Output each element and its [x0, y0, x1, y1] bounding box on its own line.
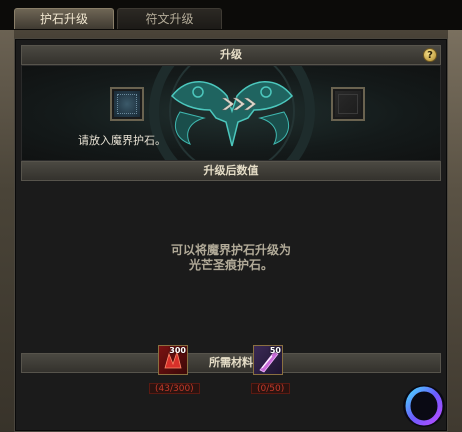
upgrade-area: 请放入魔界护石。: [21, 65, 441, 161]
result-description: 可以将魔界护石升级为 光芒圣痕护石。: [21, 243, 441, 273]
materials-section-title: 所需材料: [209, 356, 253, 369]
result-stone-slot[interactable]: [331, 87, 365, 121]
material-count-label: (43/300): [149, 383, 200, 394]
upgrade-section-title: 升级: [220, 48, 242, 61]
background-wall-left: [0, 30, 14, 432]
slot-hint-text: 请放入魔界护石。: [78, 134, 166, 147]
material-stack-count: 300: [169, 346, 186, 355]
source-stone-slot[interactable]: [110, 87, 144, 121]
materials-section-header: 所需材料: [21, 353, 441, 373]
result-line-2: 光芒圣痕护石。: [188, 258, 273, 272]
material-stack-count: 50: [269, 346, 281, 355]
purple-crystal-icon[interactable]: 50: [253, 345, 283, 375]
result-line-1: 可以将魔界护石升级为: [170, 243, 291, 257]
upgrade-section-header: 升级 ?: [21, 45, 441, 65]
tab-bar: 护石升级 符文升级: [0, 0, 462, 30]
tab-rune-upgrade[interactable]: 符文升级: [117, 8, 222, 29]
upgrade-panel: 升级 ? 请放入魔界护石。 升级后数值 可以将魔界护石升级为 光芒圣痕护石。 所…: [14, 38, 448, 432]
result-section-header: 升级后数值: [21, 161, 441, 181]
upgrade-arrow-icon: [221, 97, 257, 111]
material-count-label: (0/50): [251, 383, 291, 394]
app-logo-icon: [403, 385, 445, 427]
help-icon[interactable]: ?: [423, 48, 437, 62]
red-material-icon[interactable]: 300: [158, 345, 188, 375]
background-wall-right: [448, 30, 462, 432]
result-section-title: 升级后数值: [203, 164, 259, 177]
tab-stone-upgrade[interactable]: 护石升级: [14, 8, 114, 29]
result-area: 可以将魔界护石升级为 光芒圣痕护石。: [21, 183, 441, 351]
